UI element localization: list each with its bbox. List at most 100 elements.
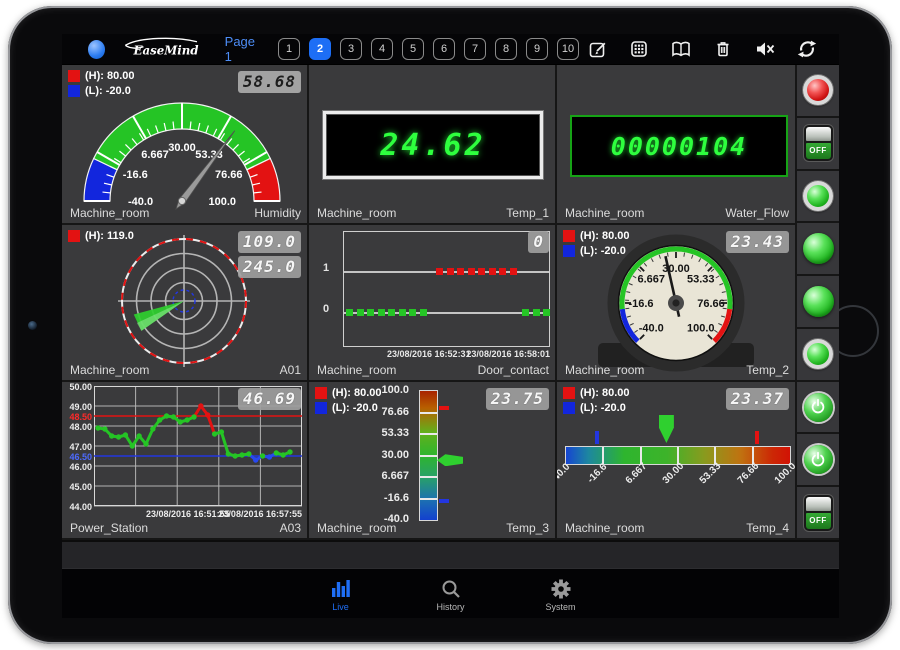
green-led-indicator[interactable] xyxy=(803,286,834,317)
page-button-5[interactable]: 5 xyxy=(402,38,424,60)
bar-separator xyxy=(420,498,437,500)
power-button[interactable] xyxy=(804,445,833,474)
trash-icon[interactable] xyxy=(713,39,733,59)
indicator-cell: OFF xyxy=(797,487,839,538)
page-button-3[interactable]: 3 xyxy=(340,38,362,60)
threshold-legend: (H): 80.00 (L): -20.0 xyxy=(68,70,135,100)
scale-label: -40.0 xyxy=(557,462,572,486)
state-marker xyxy=(399,309,406,316)
channel-label: Temp_1 xyxy=(506,206,549,220)
state-marker xyxy=(468,268,475,275)
level-label-0: 0 xyxy=(323,303,329,315)
scale-label: -16.6 xyxy=(309,492,409,504)
connection-status-dot[interactable] xyxy=(88,40,105,59)
value-display: 23.75 xyxy=(486,388,549,410)
gauge-tick-label: -16.6 xyxy=(123,169,148,181)
gauge-tick-label: 100.0 xyxy=(208,196,236,208)
page-buttons: 123456789 10 xyxy=(278,38,588,60)
tab-history[interactable]: History xyxy=(421,579,481,612)
green-led-indicator[interactable] xyxy=(803,339,833,369)
counter-display: 00000104 xyxy=(570,115,788,177)
device-label: Power_Station xyxy=(70,521,148,535)
vertical-level-bar xyxy=(419,390,438,521)
state-marker xyxy=(378,309,385,316)
red-led-indicator[interactable] xyxy=(803,75,833,105)
legend-row: (L): -20.0 xyxy=(68,85,135,97)
green-led-indicator[interactable] xyxy=(803,181,833,211)
threshold-legend: (H): 119.0 xyxy=(68,230,134,245)
mute-icon[interactable] xyxy=(754,39,776,59)
panel-temp1-lcd[interactable]: 24.62 Machine_room Temp_1 xyxy=(309,65,557,225)
value-display: 0 xyxy=(528,231,549,253)
gauge-tick-label: -40.0 xyxy=(128,196,153,208)
panel-a03-trend-chart[interactable]: 50.0049.0048.5048.0047.0046.5046.0045.00… xyxy=(62,382,309,540)
page-label: Page 1 xyxy=(225,34,262,64)
panel-a01-radar[interactable]: (H): 119.0 109.0 245.0 Machine_room A01 xyxy=(62,225,309,382)
power-icon xyxy=(809,451,827,469)
panel-door-contact-chart[interactable]: 1 0 23/08/2016 16:52:31 23/08/2016 16:58… xyxy=(309,225,557,382)
indicator-cell xyxy=(797,223,839,276)
legend-swatch xyxy=(563,402,575,414)
alarm-bar[interactable]: 2016-08-23 16:52:25 Device: 222111 - Pow… xyxy=(62,540,839,568)
channel-label: Temp_3 xyxy=(506,521,549,535)
tab-label: Live xyxy=(332,602,349,612)
gauge-tick-label: 6.667 xyxy=(141,149,169,161)
state-marker xyxy=(533,309,540,316)
panel-humidity-gauge[interactable]: -40.0-16.66.66730.0053.3376.66100.0 (H):… xyxy=(62,65,309,225)
tab-label: History xyxy=(436,602,464,612)
panel-temp4-levelbar[interactable]: (H): 80.00(L): -20.0 23.37 Machine_room … xyxy=(557,382,797,540)
power-button[interactable] xyxy=(804,393,833,422)
page-button-6[interactable]: 6 xyxy=(433,38,455,60)
page-button-1[interactable]: 1 xyxy=(278,38,300,60)
legend-row: (H): 80.00 xyxy=(563,387,630,399)
state-marker xyxy=(346,309,353,316)
rocker-switch[interactable]: OFF xyxy=(804,495,833,531)
scale-label: 100.0 xyxy=(309,384,409,396)
green-led-indicator[interactable] xyxy=(803,233,834,264)
indicator-cell: OFF xyxy=(797,118,839,171)
page-button-8[interactable]: 8 xyxy=(495,38,517,60)
scale-label: 30.00 xyxy=(309,449,409,461)
channel-label: A03 xyxy=(280,521,301,535)
page-button-9[interactable]: 9 xyxy=(526,38,548,60)
channel-label: Door_contact xyxy=(478,363,549,377)
panel-temp2-gauge[interactable]: -40.0-16.66.66730.0053.3376.66100.0 (H):… xyxy=(557,225,797,382)
legend-row: (L): -20.0 xyxy=(563,245,630,257)
history-search-icon xyxy=(440,579,462,599)
book-icon[interactable] xyxy=(670,39,692,59)
state-marker xyxy=(388,309,395,316)
panel-waterflow-counter[interactable]: 00000104 Machine_room Water_Flow xyxy=(557,65,797,225)
power-icon xyxy=(809,398,827,416)
bar-separator xyxy=(420,455,437,457)
state-marker xyxy=(543,309,550,316)
keypad-icon[interactable] xyxy=(629,39,649,59)
low-marker xyxy=(439,499,449,503)
page-button-4[interactable]: 4 xyxy=(371,38,393,60)
legend-row: (H): 80.00 xyxy=(68,70,135,82)
value-display: 58.68 xyxy=(238,71,301,93)
gauge-tick-label: -16.6 xyxy=(628,298,653,310)
page-button-2[interactable]: 2 xyxy=(309,38,331,60)
page-button-10[interactable]: 10 xyxy=(557,38,579,60)
page-button-7[interactable]: 7 xyxy=(464,38,486,60)
angle-display: 245.0 xyxy=(238,256,301,278)
switch-top xyxy=(806,127,831,141)
refresh-icon[interactable] xyxy=(797,39,817,59)
x-axis-label-end: 23/08/2016 16:57:55 xyxy=(218,509,302,519)
value-pointer xyxy=(659,415,674,443)
state-marker xyxy=(499,268,506,275)
tab-system[interactable]: System xyxy=(531,579,591,612)
indicator-cell xyxy=(797,171,839,224)
device-label: Machine_room xyxy=(565,206,644,220)
edit-icon[interactable] xyxy=(588,39,608,59)
gauge-tick-label: 100.0 xyxy=(687,323,715,335)
panel-temp3-thermometer[interactable]: (H): 80.00(L): -20.0 23.75 Machine_room … xyxy=(309,382,557,540)
tab-label: System xyxy=(545,602,575,612)
indicator-cell xyxy=(797,434,839,487)
dashboard-grid: -40.0-16.66.66730.0053.3376.66100.0 (H):… xyxy=(62,65,839,540)
tab-live[interactable]: Live xyxy=(311,579,371,612)
switch-label: OFF xyxy=(806,143,831,159)
x-axis-label-start: 23/08/2016 16:52:31 xyxy=(387,349,471,359)
rocker-switch[interactable]: OFF xyxy=(804,125,833,161)
low-marker xyxy=(595,431,599,444)
